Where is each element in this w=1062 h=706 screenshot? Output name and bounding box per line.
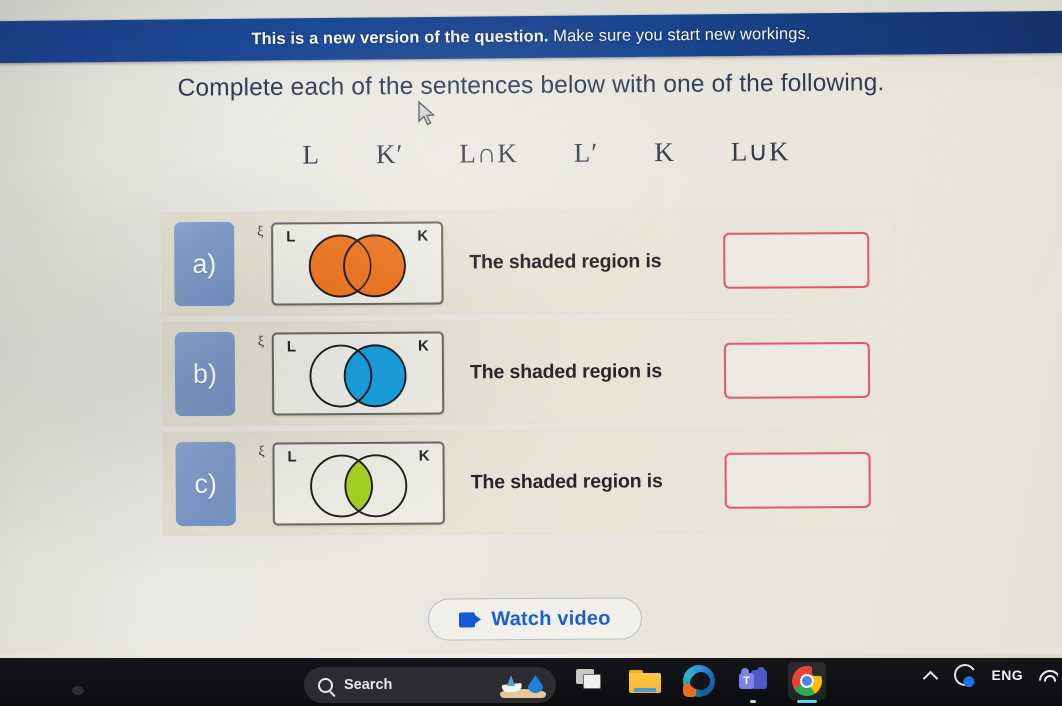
taskbar-search-box[interactable]: Search: [304, 667, 556, 703]
search-doodle-icon: [500, 672, 546, 698]
venn-box-c: L K: [272, 441, 445, 526]
banner-normal-text: Make sure you start new workings.: [548, 24, 811, 46]
option-L[interactable]: L: [302, 139, 320, 170]
venn-diagram-a: ξ L K: [257, 221, 444, 306]
system-tray: ENG: [923, 661, 1058, 689]
banner-bold-text: This is a new version of the question.: [251, 27, 549, 49]
option-K[interactable]: K: [654, 137, 675, 168]
option-L-union-K[interactable]: L∪K: [731, 136, 790, 167]
screen-smudge: [72, 686, 84, 695]
question-row-c: c) ξ L K The shaded region is: [162, 427, 897, 537]
question-panel: a) ξ L K The shaded region is b) ξ L K T…: [161, 207, 897, 537]
taskbar-teams-button[interactable]: T: [734, 662, 772, 703]
question-row-a: a) ξ L K The shaded region is: [161, 207, 896, 317]
search-placeholder: Search: [344, 677, 393, 693]
new-version-banner: This is a new version of the question. M…: [0, 10, 1062, 64]
photographed-screen: This is a new version of the question. M…: [0, 0, 1062, 706]
venn-svg-c: [310, 453, 408, 517]
running-indicator: [750, 700, 756, 703]
wifi-icon[interactable]: [1038, 667, 1058, 683]
venn-box-a: L K: [271, 221, 444, 306]
sentence-c: The shaded region is: [470, 469, 663, 493]
venn-diagram-c: ξ L K: [258, 441, 445, 526]
venn-diagram-b: ξ L K: [258, 331, 445, 416]
taskbar-app-icons: T: [572, 662, 826, 703]
answer-input-c[interactable]: [724, 451, 871, 509]
watch-video-label: Watch video: [491, 607, 611, 630]
venn-box-b: L K: [271, 331, 445, 416]
teams-icon: T: [739, 667, 767, 694]
question-label-a: a): [174, 221, 235, 307]
sentence-b: The shaded region is: [469, 359, 663, 383]
sync-icon[interactable]: [951, 661, 979, 689]
option-L-intersect-K[interactable]: L∩K: [459, 138, 518, 169]
venn-svg-a: [308, 233, 406, 297]
language-indicator[interactable]: ENG: [991, 667, 1023, 683]
video-camera-icon: [459, 611, 482, 627]
question-row-b: b) ξ L K The shaded region is: [161, 317, 897, 427]
answer-input-b[interactable]: [723, 341, 871, 399]
banner-text: This is a new version of the question. M…: [0, 22, 1062, 51]
taskbar-file-explorer-button[interactable]: [626, 662, 664, 700]
option-L-complement[interactable]: L′: [574, 138, 599, 169]
taskbar-task-view-button[interactable]: [572, 662, 610, 700]
universal-set-symbol-b: ξ: [257, 334, 265, 350]
edge-icon: [683, 665, 715, 697]
taskbar-edge-button[interactable]: [680, 662, 718, 700]
watch-video-button[interactable]: Watch video: [427, 597, 643, 641]
screen-bottom-edge: [0, 654, 1062, 658]
chevron-up-icon[interactable]: [923, 667, 939, 683]
search-icon: [318, 677, 333, 693]
universal-set-symbol-c: ξ: [258, 444, 265, 460]
question-label-b: b): [174, 331, 236, 417]
chrome-icon: [792, 663, 825, 696]
task-view-icon: [576, 669, 601, 689]
taskbar-chrome-button[interactable]: [788, 662, 826, 703]
mouse-cursor: [418, 100, 436, 126]
universal-set-symbol-a: ξ: [257, 224, 264, 240]
question-label-c: c): [175, 441, 236, 527]
venn-svg-b: [309, 343, 407, 407]
set-notation-options: L K′ L∩K L′ K L∪K: [0, 134, 1062, 172]
sentence-a: The shaded region is: [469, 249, 662, 273]
answer-input-a[interactable]: [723, 231, 870, 289]
folder-icon: [629, 670, 661, 693]
active-indicator: [797, 700, 817, 703]
instruction-text: Complete each of the sentences below wit…: [177, 69, 885, 102]
option-K-complement[interactable]: K′: [376, 139, 404, 170]
